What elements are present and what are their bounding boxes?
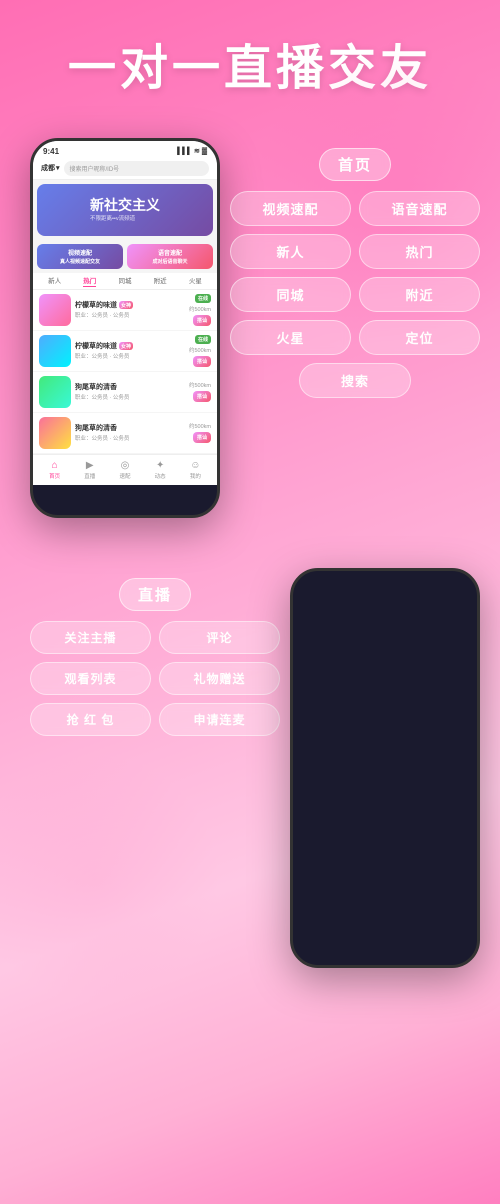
user-item-1: 柠檬草的味道 女神 职业：公务员 · 公务员 在线 约500km 搭讪 — [33, 290, 217, 331]
user-meta-2: 职业：公务员 · 公务员 — [75, 352, 185, 360]
status-icons-1: ▌▌▌ ≋ ▓ — [177, 147, 207, 155]
nav-match[interactable]: ◎ 速配 — [119, 460, 130, 480]
user-info-1: 柠檬草的味道 女神 职业：公务员 · 公务员 — [75, 300, 185, 319]
battery-icon: ▓ — [202, 148, 207, 155]
contact-button-2[interactable]: 搭讪 — [193, 356, 211, 367]
tab-huoxing[interactable]: 火星 — [189, 275, 202, 287]
user-avatar-1 — [39, 294, 71, 326]
user-info-4: 狗尾草的清香 职业：公务员 · 公务员 — [75, 423, 185, 442]
feature-hotmen: 热门 — [359, 234, 480, 269]
user-info-2: 柠檬草的味道 女神 职业：公务员 · 公务员 — [75, 341, 185, 360]
online-status-1: 在线 — [195, 294, 211, 303]
app-tabs: 新人 热门 同城 附近 火星 — [33, 273, 217, 290]
match-icon: ◎ — [121, 460, 130, 471]
banner-text: 新社交主义 — [90, 197, 160, 214]
quick-match-area: 视频速配 真人视频速配交友 语音速配 成对后语音聊天 — [33, 240, 217, 273]
live-feature-viewlist: 观看列表 — [30, 662, 151, 695]
tab-xinren[interactable]: 新人 — [48, 275, 61, 287]
user-avatar-2 — [39, 335, 71, 367]
feature-tags-grid: 视频速配 语音速配 新人 热门 同城 附近 火星 定位 搜索 — [230, 191, 480, 398]
dynamic-icon: ✦ — [156, 460, 164, 471]
user-item-4: 狗尾草的清香 职业：公务员 · 公务员 约500km 搭讪 — [33, 413, 217, 454]
user-info-3: 狗尾草的清香 职业：公务员 · 公务员 — [75, 382, 185, 401]
bottom-nav: ⌂ 首页 ▶ 直播 ◎ 速配 ✦ 动态 ☺ 我的 — [33, 454, 217, 485]
live-features-section: 直播 关注主播 评论 观看列表 礼物赠送 抢 红 包 申请连麦 — [30, 568, 280, 736]
status-time-1: 9:41 — [43, 147, 59, 156]
live-feature-gift: 礼物赠送 — [159, 662, 280, 695]
nav-home[interactable]: ⌂ 首页 — [49, 460, 60, 480]
app-header-1: 成都 ▾ 搜索用户昵称/ID号 — [33, 158, 217, 180]
user-name-3: 狗尾草的清香 — [75, 382, 185, 392]
nav-dynamic[interactable]: ✦ 动态 — [155, 460, 166, 480]
signal-icon: ▌▌▌ — [177, 148, 192, 155]
feature-video-match: 视频速配 — [230, 191, 351, 226]
search-placeholder: 搜索用户昵称/ID号 — [70, 167, 120, 173]
contact-button-4[interactable]: 搭讪 — [193, 432, 211, 443]
nav-live[interactable]: ▶ 直播 — [84, 460, 95, 480]
feature-tags-section: 首页 视频速配 语音速配 新人 热门 同城 附近 火星 定位 搜索 — [230, 138, 480, 398]
app-banner: 新社交主义 不限距离••v流频道 — [37, 184, 213, 236]
distance-2: 约500km — [189, 346, 211, 354]
live-feature-comment: 评论 — [159, 621, 280, 654]
voice-match-button[interactable]: 语音速配 成对后语音聊天 — [127, 244, 213, 269]
user-meta-1: 职业：公务员 · 公务员 — [75, 311, 185, 319]
live-feature-connect: 申请连麦 — [159, 703, 280, 736]
user-meta-3: 职业：公务员 · 公务员 — [75, 393, 185, 401]
feature-location: 定位 — [359, 320, 480, 355]
contact-button-3[interactable]: 搭讪 — [193, 391, 211, 402]
nav-profile[interactable]: ☺ 我的 — [190, 460, 201, 480]
user-name-4: 狗尾草的清香 — [75, 423, 185, 433]
feature-mars: 火星 — [230, 320, 351, 355]
section1-label: 首页 — [319, 148, 391, 181]
user-badge-2: 女神 — [119, 342, 133, 350]
contact-button-1[interactable]: 搭讪 — [193, 315, 211, 326]
feature-samecity: 同城 — [230, 277, 351, 312]
hero-section: 一对一直播交友 — [0, 0, 500, 118]
section-top: 9:41 ▌▌▌ ≋ ▓ 成都 ▾ 搜索用户昵称/ID号 — [0, 118, 500, 538]
feature-voice-match: 语音速配 — [359, 191, 480, 226]
location-text: 成都 — [41, 163, 55, 173]
user-meta-4: 职业：公务员 · 公务员 — [75, 434, 185, 442]
online-status-2: 在线 — [195, 335, 211, 344]
user-list: 柠檬草的味道 女神 职业：公务员 · 公务员 在线 约500km 搭讪 — [33, 290, 217, 454]
profile-icon: ☺ — [190, 460, 200, 471]
hero-title: 一对一直播交友 — [20, 40, 480, 98]
live-icon: ▶ — [86, 460, 94, 471]
distance-1: 约500km — [189, 305, 211, 313]
feature-newuser: 新人 — [230, 234, 351, 269]
search-bar[interactable]: 搜索用户昵称/ID号 — [64, 161, 209, 176]
user-name-1: 柠檬草的味道 女神 — [75, 300, 185, 310]
phone-mockup-2: 9:41 ▌▌▌ ≋ ▓ 小嘟吃 — [290, 568, 480, 968]
tab-hotmen[interactable]: 热门 — [83, 275, 96, 287]
distance-4: 约500km — [189, 422, 211, 430]
tab-tongcheng[interactable]: 同城 — [118, 275, 131, 287]
user-badge-1: 女神 — [119, 301, 133, 309]
video-match-button[interactable]: 视频速配 真人视频速配交友 — [37, 244, 123, 269]
chevron-down-icon: ▾ — [56, 164, 60, 172]
home-icon: ⌂ — [52, 460, 58, 471]
phone-mockup-1: 9:41 ▌▌▌ ≋ ▓ 成都 ▾ 搜索用户昵称/ID号 — [30, 138, 220, 518]
distance-3: 约500km — [189, 381, 211, 389]
user-item-2: 柠檬草的味道 女神 职业：公务员 · 公务员 在线 约500km 搭讪 — [33, 331, 217, 372]
section-bottom: 直播 关注主播 评论 观看列表 礼物赠送 抢 红 包 申请连麦 9:41 — [0, 548, 500, 988]
status-bar-1: 9:41 ▌▌▌ ≋ ▓ — [33, 141, 217, 158]
tab-fujin[interactable]: 附近 — [154, 275, 167, 287]
feature-nearby: 附近 — [359, 277, 480, 312]
live-feature-redpack: 抢 红 包 — [30, 703, 151, 736]
wifi-icon: ≋ — [194, 147, 200, 155]
user-avatar-4 — [39, 417, 71, 449]
live-tags-grid: 关注主播 评论 观看列表 礼物赠送 抢 红 包 申请连麦 — [30, 621, 280, 736]
feature-search: 搜索 — [299, 363, 412, 398]
user-avatar-3 — [39, 376, 71, 408]
user-item-3: 狗尾草的清香 职业：公务员 · 公务员 约500km 搭讪 — [33, 372, 217, 413]
location-button[interactable]: 成都 ▾ — [41, 163, 60, 173]
section2-label: 直播 — [119, 578, 191, 611]
banner-sub: 不限距离••v流频道 — [90, 214, 160, 222]
live-feature-follow: 关注主播 — [30, 621, 151, 654]
user-name-2: 柠檬草的味道 女神 — [75, 341, 185, 351]
